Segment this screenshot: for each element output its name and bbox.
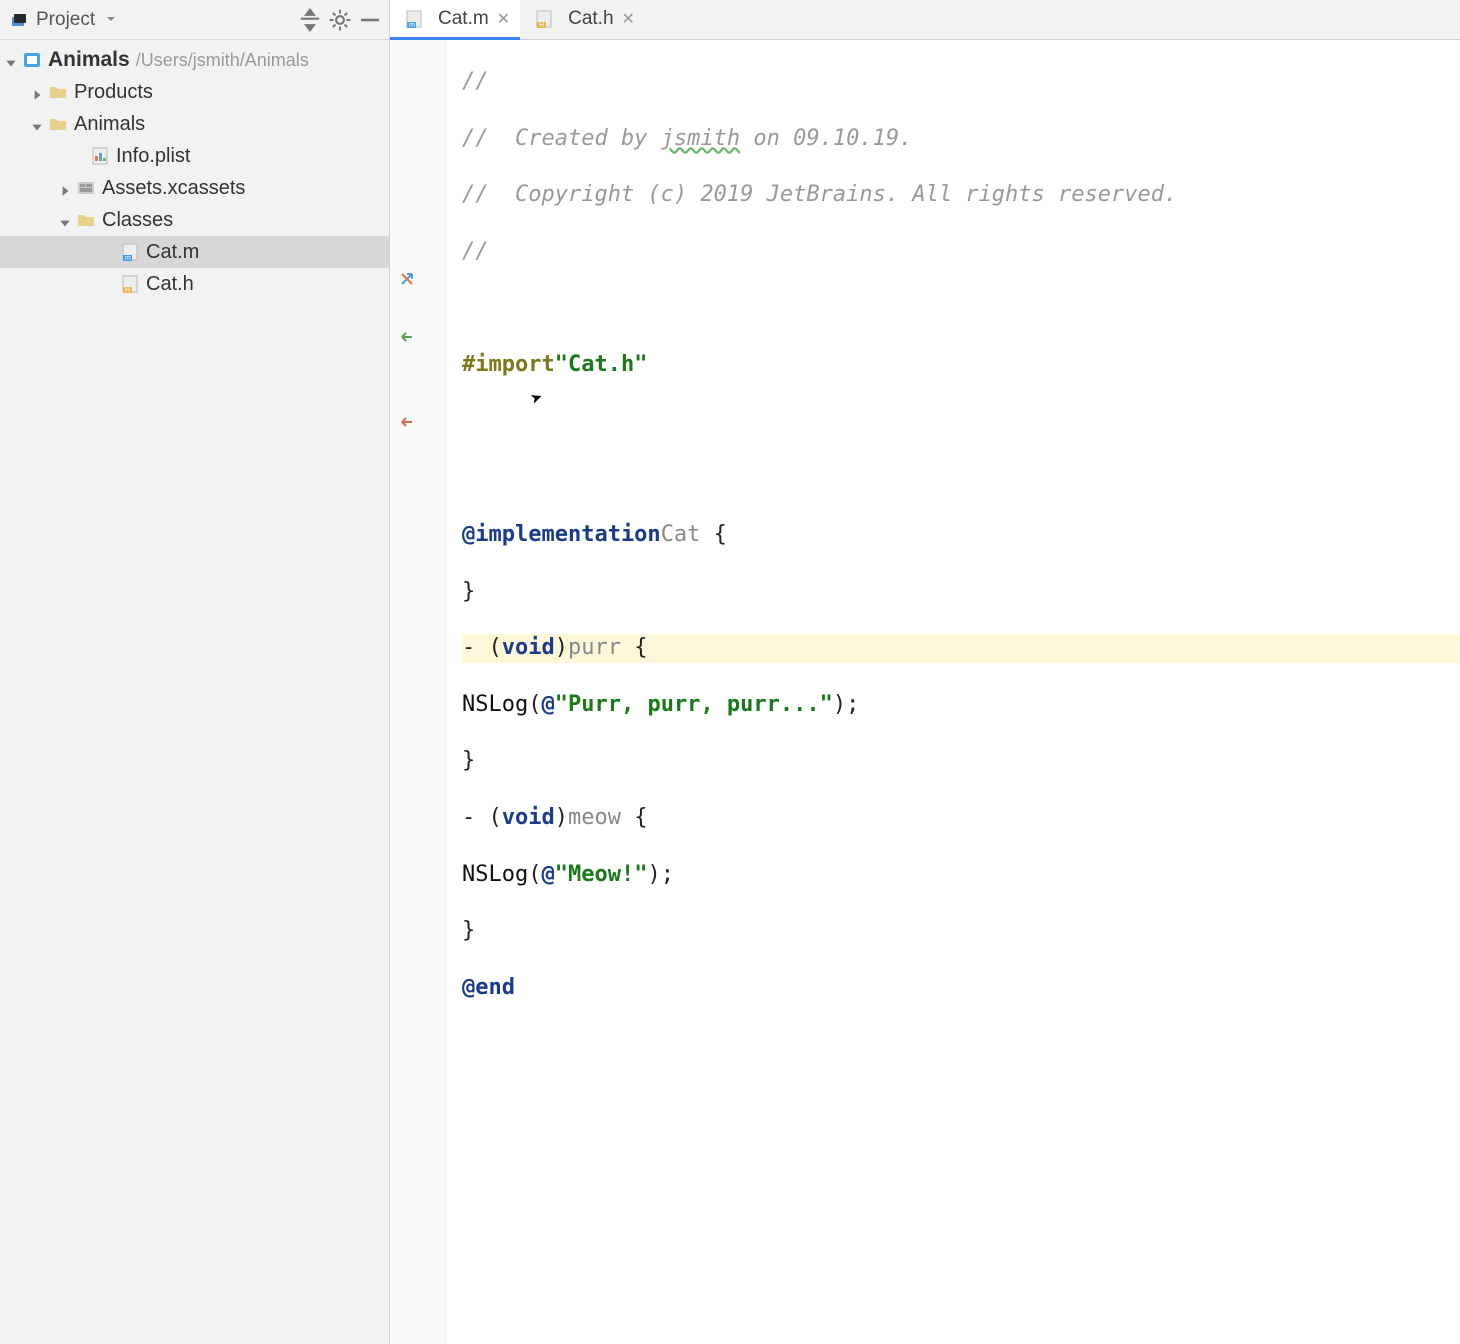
label: Cat.h — [146, 273, 194, 296]
comment: on 09.10.19. — [740, 126, 912, 151]
string-literal: "Meow!" — [555, 861, 648, 889]
h-file-icon: H — [534, 9, 554, 29]
brace: { — [700, 521, 727, 549]
chevron-down-icon[interactable] — [105, 9, 117, 30]
tree-item-assets[interactable]: Assets.xcassets — [0, 172, 389, 204]
chevron-down-icon[interactable] — [4, 53, 18, 67]
tree-item-products[interactable]: Products — [0, 76, 389, 108]
method-name: meow — [568, 804, 621, 832]
class-name: Cat — [661, 521, 701, 549]
comment: // — [462, 68, 489, 96]
editor-tabs: m Cat.m ✕ H Cat.h ✕ — [390, 0, 1460, 40]
label: Cat.m — [146, 241, 199, 264]
comment: // Created by — [462, 126, 661, 151]
m-file-icon: m — [120, 242, 140, 262]
folder-icon — [48, 82, 68, 102]
svg-text:m: m — [125, 255, 131, 262]
implement-override-icon[interactable] — [398, 270, 416, 288]
tree-item-classes[interactable]: Classes — [0, 204, 389, 236]
tab-label: Cat.m — [438, 8, 489, 30]
close-icon[interactable]: ✕ — [622, 9, 635, 29]
root-name: Animals — [48, 48, 130, 72]
h-file-icon: H — [120, 274, 140, 294]
string-literal: "Purr, purr, purr..." — [555, 691, 833, 719]
brace: } — [462, 747, 475, 775]
close-icon[interactable]: ✕ — [497, 9, 510, 29]
editor-body: // // Created by jsmith on 09.10.19. // … — [390, 40, 1460, 1344]
func-call: NSLog — [462, 861, 528, 889]
gear-icon[interactable] — [327, 7, 353, 33]
project-icon — [10, 11, 28, 29]
label: Products — [74, 81, 153, 104]
svg-text:m: m — [409, 22, 415, 29]
type: void — [502, 634, 555, 662]
plist-icon — [90, 146, 110, 166]
import-file: "Cat.h" — [555, 351, 648, 379]
tree-root[interactable]: Animals /Users/jsmith/Animals — [0, 44, 389, 76]
label: Assets.xcassets — [102, 177, 245, 200]
chevron-right-icon[interactable] — [58, 181, 72, 195]
editor-gutter[interactable] — [390, 40, 446, 1344]
label: Classes — [102, 209, 173, 232]
folder-icon — [76, 210, 96, 230]
tab-cat-h[interactable]: H Cat.h ✕ — [520, 0, 645, 39]
method-name: purr — [568, 634, 621, 662]
label: Info.plist — [116, 145, 190, 168]
svg-text:H: H — [539, 22, 544, 29]
comment: // Copyright (c) 2019 JetBrains. All rig… — [462, 181, 1177, 209]
tree-item-info-plist[interactable]: Info.plist — [0, 140, 389, 172]
func-call: NSLog — [462, 691, 528, 719]
label: Animals — [74, 113, 145, 136]
chevron-down-icon[interactable] — [30, 117, 44, 131]
import-directive: #import — [462, 351, 555, 379]
chevron-down-icon[interactable] — [58, 213, 72, 227]
project-tree: Animals /Users/jsmith/Animals Products A… — [0, 40, 389, 1344]
brace: } — [462, 917, 475, 945]
comment: // — [462, 238, 489, 266]
brace: } — [462, 578, 475, 606]
xcassets-icon — [76, 178, 96, 198]
project-sidebar: Project Animals /Users/jsmith/Animals — [0, 0, 390, 1344]
fold-column[interactable] — [446, 40, 456, 1344]
chevron-right-icon[interactable] — [30, 85, 44, 99]
comment-author: jsmith — [661, 126, 740, 151]
xcode-project-icon — [22, 50, 42, 70]
project-label[interactable]: Project — [36, 9, 95, 31]
keyword: @implementation — [462, 521, 661, 549]
minimize-icon[interactable] — [357, 7, 383, 33]
override-left-icon[interactable] — [398, 328, 416, 346]
tab-label: Cat.h — [568, 8, 613, 30]
m-file-icon: m — [404, 9, 424, 29]
keyword: @end — [462, 974, 515, 1002]
collapse-icon[interactable] — [297, 7, 323, 33]
tab-cat-m[interactable]: m Cat.m ✕ — [390, 0, 520, 39]
editor-area: m Cat.m ✕ H Cat.h ✕ // // Created — [390, 0, 1460, 1344]
code-editor[interactable]: // // Created by jsmith on 09.10.19. // … — [456, 40, 1460, 1344]
override-left-icon[interactable] — [398, 413, 416, 431]
sidebar-topbar: Project — [0, 0, 389, 40]
root-path: /Users/jsmith/Animals — [136, 50, 309, 71]
type: void — [502, 804, 555, 832]
svg-text:H: H — [125, 287, 130, 294]
tree-item-cat-h[interactable]: H Cat.h — [0, 268, 389, 300]
tree-item-animals[interactable]: Animals — [0, 108, 389, 140]
tree-item-cat-m[interactable]: m Cat.m — [0, 236, 389, 268]
folder-icon — [48, 114, 68, 134]
